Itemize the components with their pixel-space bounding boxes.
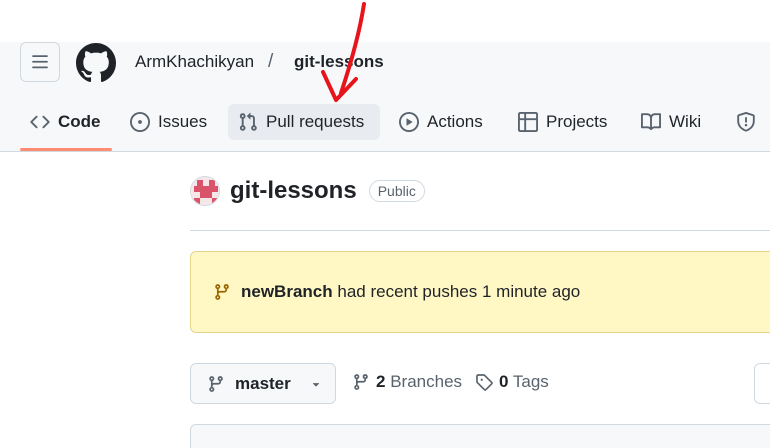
hamburger-icon: [32, 55, 48, 69]
push-message: had recent pushes 1 minute ago: [337, 282, 581, 301]
branches-link[interactable]: 2 Branches: [352, 372, 462, 392]
branches-count: 2: [376, 372, 386, 391]
triangle-down-icon: [312, 382, 319, 387]
issue-opened-icon: [130, 112, 150, 132]
tab-pull-requests[interactable]: Pull requests: [228, 104, 380, 140]
breadcrumb-repo-link[interactable]: git-lessons: [294, 52, 384, 72]
tab-code-label: Code: [58, 112, 101, 131]
tab-code[interactable]: Code: [20, 104, 111, 140]
tab-actions-label: Actions: [427, 112, 483, 131]
repo-title: git-lessons Public: [190, 176, 425, 206]
branches-label: Branches: [390, 372, 463, 391]
tab-pull-requests-label: Pull requests: [266, 112, 365, 131]
recent-pushes-banner: newBranch had recent pushes 1 minute ago: [190, 251, 770, 333]
selected-tab-indicator: [20, 148, 112, 151]
go-to-file-button[interactable]: [754, 363, 770, 404]
github-logo-icon[interactable]: [76, 43, 116, 83]
tab-wiki[interactable]: Wiki: [631, 104, 711, 140]
git-branch-icon: [215, 284, 229, 300]
code-icon: [30, 115, 50, 129]
tab-issues-label: Issues: [158, 112, 208, 131]
repo-name[interactable]: git-lessons: [230, 177, 357, 205]
tab-security[interactable]: [726, 104, 770, 140]
git-branch-icon: [209, 375, 223, 392]
branch-name: master: [235, 373, 291, 393]
breadcrumb-owner-link[interactable]: ArmKhachikyan: [135, 52, 254, 72]
visibility-badge: Public: [368, 180, 425, 202]
tab-issues[interactable]: Issues: [120, 104, 217, 140]
menu-button[interactable]: [20, 42, 60, 82]
tags-link[interactable]: 0 Tags: [475, 372, 549, 392]
tag-icon: [476, 374, 493, 391]
git-branch-icon: [354, 374, 368, 390]
pushed-branch-link[interactable]: newBranch: [241, 282, 333, 301]
git-pull-request-icon: [239, 112, 257, 131]
play-icon: [399, 112, 419, 132]
breadcrumb-separator: /: [268, 51, 274, 72]
tab-wiki-label: Wiki: [669, 112, 702, 131]
shield-icon: [737, 112, 755, 132]
divider: [190, 230, 770, 231]
tags-count: 0: [499, 372, 509, 391]
branch-select-button[interactable]: master: [190, 363, 336, 404]
latest-commit-box: [190, 424, 770, 448]
tab-projects[interactable]: Projects: [508, 104, 617, 140]
book-icon: [641, 113, 661, 131]
table-icon: [518, 112, 538, 132]
repo-nav: Code Issues Pull requests Actions Projec…: [0, 100, 770, 152]
tags-label: Tags: [512, 372, 549, 391]
tab-actions[interactable]: Actions: [389, 104, 493, 140]
tab-projects-label: Projects: [546, 112, 608, 131]
avatar[interactable]: [190, 176, 220, 206]
